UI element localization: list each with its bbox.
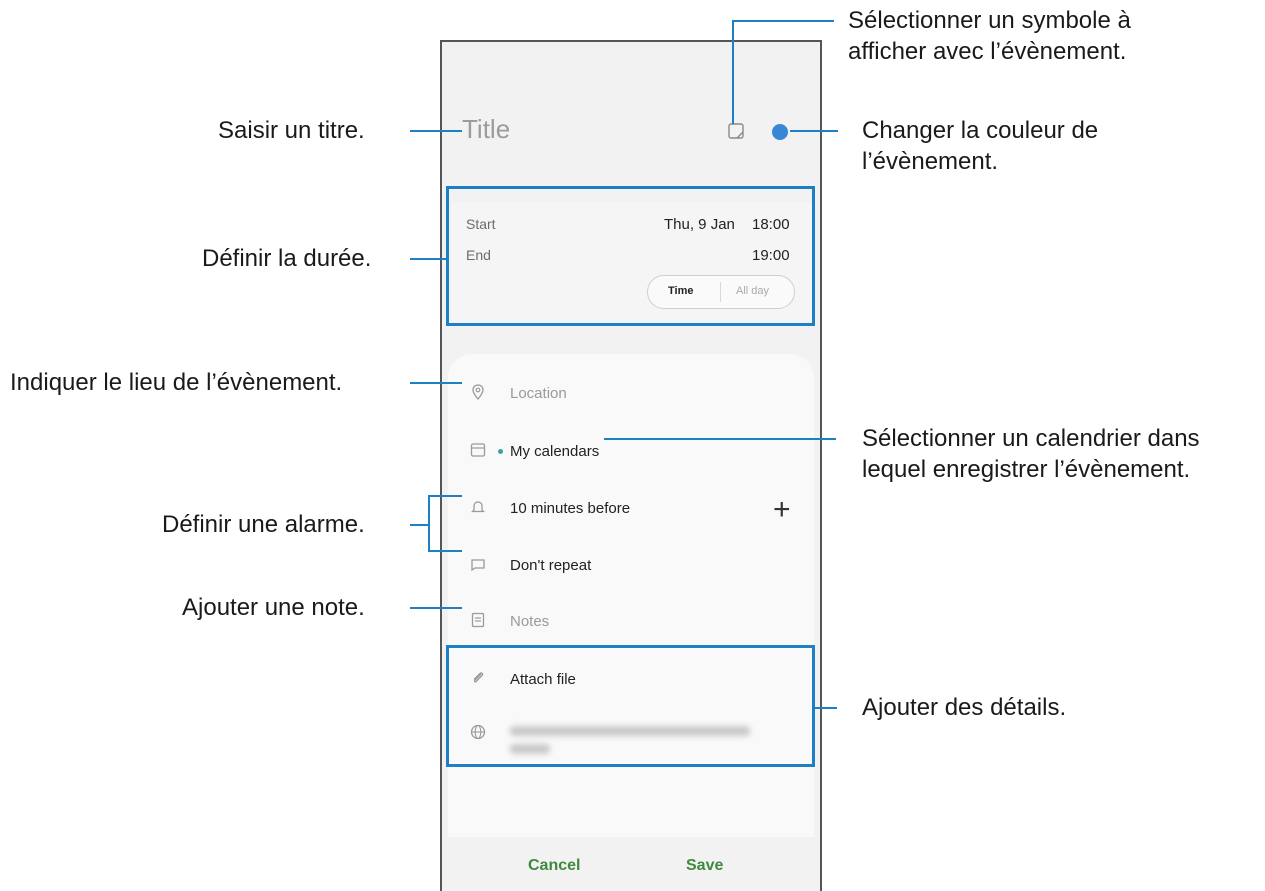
plus-icon[interactable]: + xyxy=(773,493,791,527)
end-time[interactable]: 19:00 xyxy=(752,247,790,264)
calendar-annotation-line1: Sélectionner un calendrier dans xyxy=(862,425,1200,452)
color-leader xyxy=(790,130,838,132)
time-mode-toggle[interactable]: Time All day xyxy=(647,275,795,309)
notes-icon xyxy=(471,612,485,628)
alarm-annotation: Définir une alarme. xyxy=(162,511,365,538)
alarm-leader-stub xyxy=(410,524,428,526)
timezone-blurred-line2 xyxy=(510,744,550,754)
event-editor-screen: Title Start Thu, 9 Jan 18:00 End 19:00 T… xyxy=(440,40,822,891)
globe-icon xyxy=(470,724,486,740)
alarm-leader-bottom xyxy=(428,550,462,552)
mode-allday-option[interactable]: All day xyxy=(736,285,769,297)
location-row[interactable]: Location xyxy=(448,374,814,414)
calendar-annotation-line2: lequel enregistrer l’évènement. xyxy=(862,456,1191,483)
repeat-row[interactable]: Don't repeat xyxy=(448,546,814,586)
calendar-leader xyxy=(604,438,836,440)
location-input[interactable]: Location xyxy=(510,385,567,402)
title-annotation: Saisir un titre. xyxy=(218,117,365,144)
alarm-leader-bracket xyxy=(428,495,430,552)
alarm-value[interactable]: 10 minutes before xyxy=(510,500,630,517)
end-label: End xyxy=(466,247,491,263)
event-color-dot[interactable] xyxy=(772,124,788,140)
timezone-row[interactable] xyxy=(448,714,814,770)
start-label: Start xyxy=(466,216,496,232)
start-date[interactable]: Thu, 9 Jan xyxy=(664,216,735,233)
bell-icon xyxy=(470,501,486,513)
notes-row[interactable]: Notes xyxy=(448,602,814,642)
alarm-row[interactable]: 10 minutes before + xyxy=(448,489,814,529)
duration-leader xyxy=(410,258,448,260)
paperclip-icon xyxy=(473,672,484,683)
calendar-icon xyxy=(470,443,486,457)
cancel-button[interactable]: Cancel xyxy=(528,857,580,875)
repeat-value[interactable]: Don't repeat xyxy=(510,557,591,574)
repeat-icon xyxy=(471,559,485,572)
calendar-value[interactable]: My calendars xyxy=(510,443,599,460)
symbol-leader-vertical xyxy=(732,20,734,124)
toggle-divider xyxy=(720,282,721,302)
notes-input[interactable]: Notes xyxy=(510,613,549,630)
start-time[interactable]: 18:00 xyxy=(752,216,790,233)
symbol-annotation-line1: Sélectionner un symbole à xyxy=(848,7,1131,34)
location-annotation: Indiquer le lieu de l’évènement. xyxy=(10,369,343,396)
attach-label[interactable]: Attach file xyxy=(510,671,576,688)
color-annotation: Changer la couleur de l’évènement. xyxy=(862,115,1098,177)
title-leader xyxy=(410,130,462,132)
bottom-action-bar: Cancel Save xyxy=(442,837,820,891)
note-annotation: Ajouter une note. xyxy=(182,594,365,621)
details-leader xyxy=(815,707,837,709)
calendar-color-dot xyxy=(498,449,503,454)
save-button[interactable]: Save xyxy=(686,857,723,875)
title-input[interactable]: Title xyxy=(462,114,510,145)
color-annotation-line1: Changer la couleur de xyxy=(862,117,1099,144)
location-pin-icon xyxy=(472,384,484,400)
attach-row[interactable]: Attach file xyxy=(448,660,814,700)
duration-annotation: Définir la durée. xyxy=(202,245,372,272)
note-leader xyxy=(410,607,462,609)
alarm-leader-top xyxy=(428,495,462,497)
details-panel: Location My calendars 10 minutes before … xyxy=(448,354,814,874)
location-leader xyxy=(410,382,462,384)
symbol-leader-horizontal xyxy=(732,20,834,22)
timezone-blurred-line1 xyxy=(510,726,750,736)
mode-time-option[interactable]: Time xyxy=(668,285,693,297)
color-annotation-line2: l’évènement. xyxy=(862,148,999,175)
details-annotation: Ajouter des détails. xyxy=(862,694,1067,721)
symbol-annotation-line2: afficher avec l’évènement. xyxy=(848,38,1127,65)
calendar-annotation: Sélectionner un calendrier dans lequel e… xyxy=(862,423,1200,485)
symbol-annotation: Sélectionner un symbole à afficher avec … xyxy=(848,5,1131,67)
sticker-icon[interactable] xyxy=(727,122,745,140)
